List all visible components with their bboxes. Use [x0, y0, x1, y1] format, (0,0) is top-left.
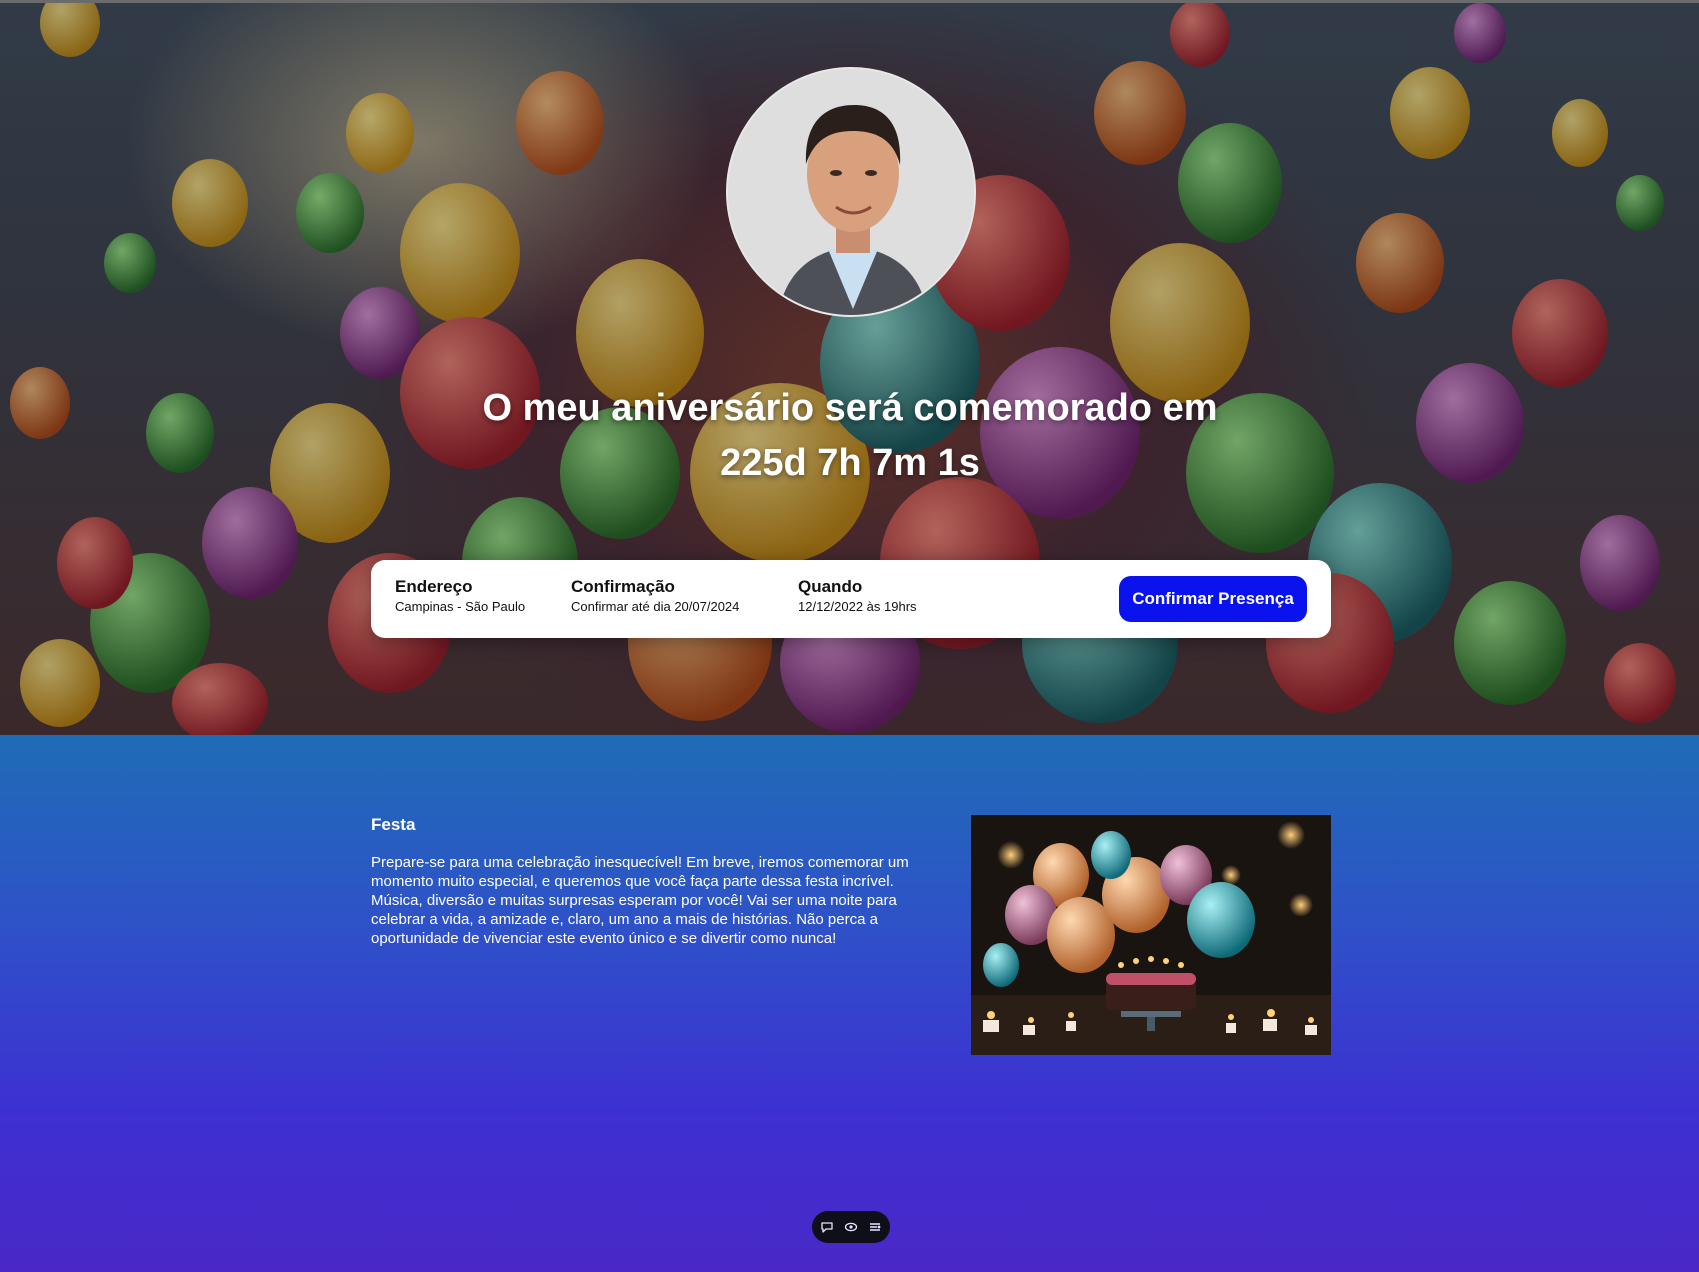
party-section: Festa Prepare-se para uma celebração ine… [0, 735, 1699, 1272]
event-info-card: Endereço Campinas - São Paulo Confirmaçã… [371, 560, 1331, 638]
avatar-photo [726, 67, 976, 317]
address-value: Campinas - São Paulo [395, 599, 526, 614]
headline-text: O meu aniversário será comemorado em [482, 387, 1218, 429]
party-title: Festa [371, 815, 416, 834]
when-value: 12/12/2022 às 19hrs [798, 599, 917, 614]
confirmation-value: Confirmar até dia 20/07/2024 [571, 599, 740, 614]
floating-toolbar [812, 1211, 890, 1243]
chat-icon[interactable] [820, 1220, 834, 1234]
list-settings-icon[interactable] [868, 1220, 882, 1234]
when-block: Quando 12/12/2022 às 19hrs [798, 577, 917, 615]
address-block: Endereço Campinas - São Paulo [395, 577, 525, 615]
party-image [971, 815, 1331, 1055]
party-description: Prepare-se para uma celebração inesquecí… [371, 854, 909, 947]
eye-icon[interactable] [844, 1220, 858, 1234]
countdown-timer: 225d 7h 7m 1s [720, 442, 980, 484]
birthday-cake-balloons-photo-icon [971, 815, 1331, 1055]
countdown-headline: O meu aniversário será comemorado em 225… [350, 381, 1350, 491]
person-photo-icon [728, 69, 974, 315]
confirmation-block: Confirmação Confirmar até dia 20/07/2024 [571, 577, 739, 615]
confirm-presence-button[interactable]: Confirmar Presença [1119, 576, 1307, 622]
hero-section: O meu aniversário será comemorado em 225… [0, 3, 1699, 735]
when-title: Quando [798, 577, 863, 596]
confirmation-title: Confirmação [571, 577, 675, 596]
address-title: Endereço [395, 577, 473, 596]
